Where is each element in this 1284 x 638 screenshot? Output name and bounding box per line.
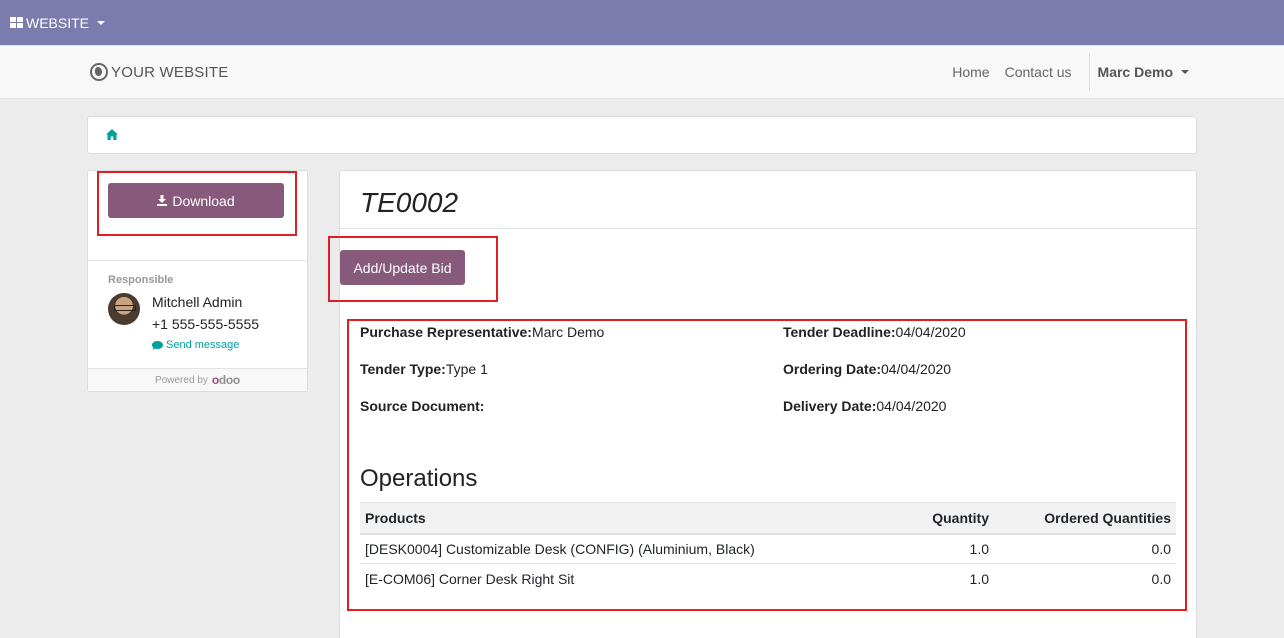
home-icon[interactable] (106, 129, 118, 140)
field-label: Tender Type: (360, 361, 446, 377)
quantity-cell: 1.0 (969, 570, 989, 587)
user-menu[interactable]: Marc Demo (1088, 53, 1189, 91)
chat-icon (152, 340, 163, 350)
field-label: Purchase Representative: (360, 324, 532, 340)
table-row: [DESK0004] Customizable Desk (CONFIG) (A… (360, 533, 1176, 564)
product-cell: [DESK0004] Customizable Desk (CONFIG) (A… (360, 533, 864, 564)
field-label: Source Document: (360, 398, 485, 414)
delivery-date-field: Delivery Date:04/04/2020 (783, 398, 946, 414)
website-menu[interactable]: WEBSITE (10, 0, 106, 45)
globe-icon (90, 63, 108, 81)
site-navbar: YOUR WEBSITE Home Contact us Marc Demo (0, 45, 1284, 99)
tender-card: TE0002 Add/Update Bid Purchase Represent… (339, 170, 1197, 638)
nav-link-contact[interactable]: Contact us (1005, 64, 1072, 80)
purchase-rep-field: Purchase Representative:Marc Demo (360, 324, 604, 340)
divider (88, 260, 307, 261)
field-value: 04/04/2020 (881, 361, 952, 377)
responsible-label: Responsible (108, 274, 174, 286)
column-header-ordered-quantities: Ordered Quantities (994, 502, 1176, 535)
powered-by-footer: Powered by odoo (88, 368, 307, 391)
column-header-quantity: Quantity (864, 502, 994, 535)
product-cell: [E-COM06] Corner Desk Right Sit (365, 570, 575, 587)
responsible-phone: +1 555-555-5555 (152, 316, 260, 332)
field-value: Marc Demo (531, 324, 605, 340)
top-admin-bar: WEBSITE (0, 0, 1284, 45)
source-document-field: Source Document: (360, 398, 484, 414)
field-label: Tender Deadline: (783, 324, 896, 340)
brand-label: YOUR WEBSITE (111, 63, 229, 81)
powered-by-label: Powered by (155, 374, 208, 386)
send-message-label: Send message (166, 339, 240, 351)
odoo-logo[interactable]: odoo (212, 373, 240, 387)
field-value: 04/04/2020 (876, 398, 947, 414)
download-icon (157, 195, 168, 206)
add-update-bid-button[interactable]: Add/Update Bid (340, 250, 465, 285)
column-header-products: Products (360, 502, 864, 535)
page-title: TE0002 (360, 187, 459, 218)
field-label: Delivery Date: (783, 398, 877, 414)
download-button-label: Download (172, 192, 235, 209)
send-message-link[interactable]: Send message (152, 339, 239, 351)
site-brand[interactable]: YOUR WEBSITE (90, 63, 228, 81)
nav-link-home[interactable]: Home (952, 64, 989, 80)
table-row: [E-COM06] Corner Desk Right Sit 1.0 0.0 (360, 564, 1176, 594)
operations-heading: Operations (360, 465, 478, 492)
tender-type-field: Tender Type:Type 1 (360, 361, 488, 377)
ordered-quantity-cell: 0.0 (1151, 570, 1171, 587)
field-value: Type 1 (445, 361, 488, 377)
apps-grid-icon (10, 17, 23, 28)
breadcrumb (87, 116, 1197, 154)
divider (340, 228, 1196, 229)
odoo-logo-o: o (211, 373, 219, 387)
avatar (108, 293, 140, 325)
field-value: 04/04/2020 (895, 324, 966, 340)
chevron-down-icon (1181, 70, 1189, 74)
operations-table: Products Quantity Ordered Quantities [DE… (360, 502, 1176, 594)
user-menu-label: Marc Demo (1097, 64, 1173, 80)
field-label: Ordering Date: (783, 361, 882, 377)
sidebar-card: Download Responsible Mitchell Admin +1 5… (87, 170, 308, 392)
website-menu-label: WEBSITE (26, 14, 90, 31)
ordered-quantity-cell: 0.0 (994, 533, 1176, 564)
quantity-cell: 1.0 (864, 533, 994, 564)
table-header-row: Products Quantity Ordered Quantities (360, 502, 1176, 535)
download-button[interactable]: Download (108, 183, 284, 218)
chevron-down-icon (97, 20, 106, 25)
tender-deadline-field: Tender Deadline:04/04/2020 (783, 324, 966, 340)
ordering-date-field: Ordering Date:04/04/2020 (783, 361, 951, 377)
odoo-logo-rest: doo (218, 373, 240, 387)
responsible-name: Mitchell Admin (152, 294, 243, 310)
nav-links: Home Contact us Marc Demo (937, 46, 1189, 98)
